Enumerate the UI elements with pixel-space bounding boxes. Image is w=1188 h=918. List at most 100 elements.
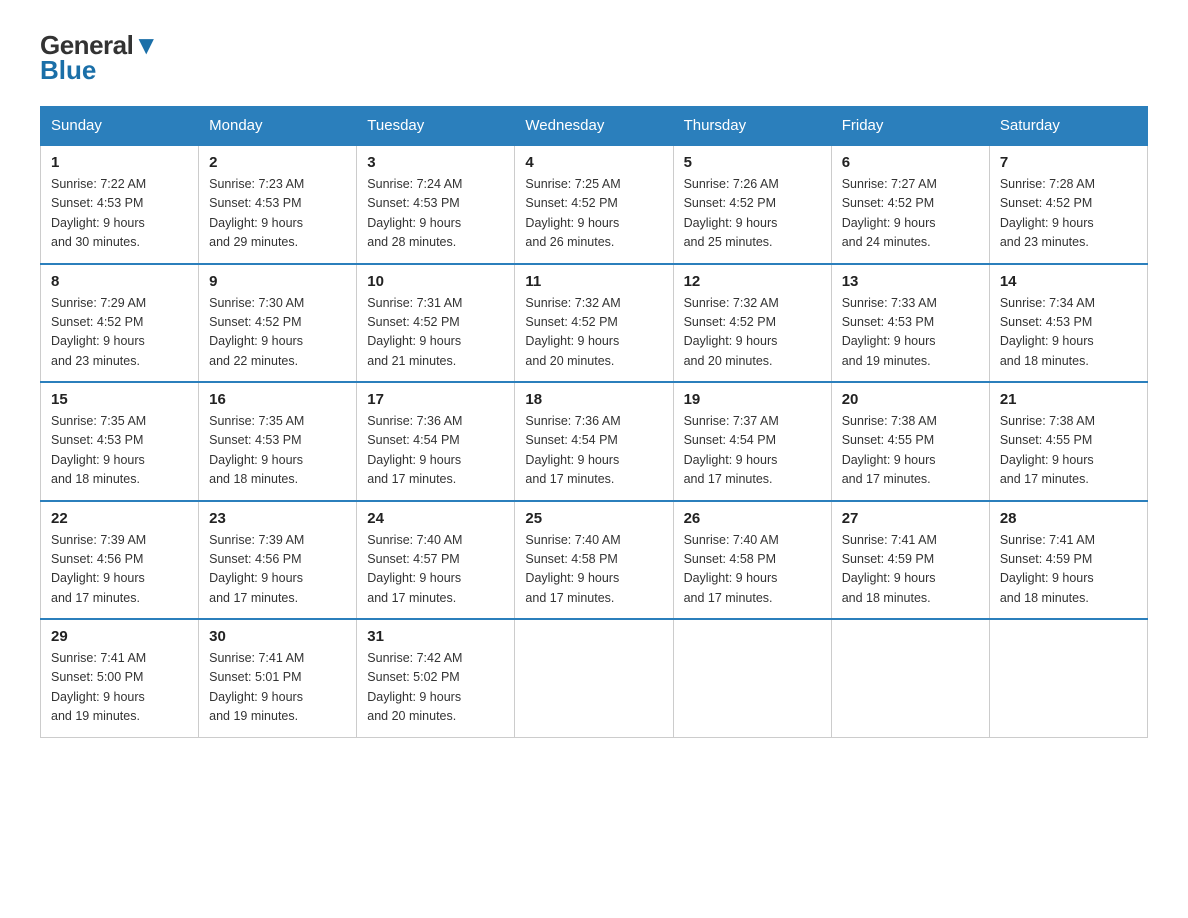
day-info: Sunrise: 7:22 AMSunset: 4:53 PMDaylight:… [51,175,188,253]
calendar-cell: 21 Sunrise: 7:38 AMSunset: 4:55 PMDaylig… [989,382,1147,501]
day-number: 30 [209,628,346,645]
calendar-cell: 23 Sunrise: 7:39 AMSunset: 4:56 PMDaylig… [199,501,357,620]
day-number: 16 [209,391,346,408]
calendar-cell: 22 Sunrise: 7:39 AMSunset: 4:56 PMDaylig… [41,501,199,620]
day-info: Sunrise: 7:38 AMSunset: 4:55 PMDaylight:… [842,412,979,490]
day-number: 14 [1000,273,1137,290]
day-info: Sunrise: 7:36 AMSunset: 4:54 PMDaylight:… [367,412,504,490]
day-number: 5 [684,154,821,171]
day-info: Sunrise: 7:41 AMSunset: 4:59 PMDaylight:… [1000,531,1137,609]
day-number: 15 [51,391,188,408]
day-info: Sunrise: 7:36 AMSunset: 4:54 PMDaylight:… [525,412,662,490]
day-info: Sunrise: 7:41 AMSunset: 4:59 PMDaylight:… [842,531,979,609]
calendar-cell: 17 Sunrise: 7:36 AMSunset: 4:54 PMDaylig… [357,382,515,501]
day-info: Sunrise: 7:28 AMSunset: 4:52 PMDaylight:… [1000,175,1137,253]
day-info: Sunrise: 7:35 AMSunset: 4:53 PMDaylight:… [209,412,346,490]
calendar-table: SundayMondayTuesdayWednesdayThursdayFrid… [40,106,1148,738]
calendar-cell: 29 Sunrise: 7:41 AMSunset: 5:00 PMDaylig… [41,619,199,737]
day-info: Sunrise: 7:33 AMSunset: 4:53 PMDaylight:… [842,294,979,372]
calendar-cell: 6 Sunrise: 7:27 AMSunset: 4:52 PMDayligh… [831,145,989,264]
day-info: Sunrise: 7:41 AMSunset: 5:00 PMDaylight:… [51,649,188,727]
week-row-5: 29 Sunrise: 7:41 AMSunset: 5:00 PMDaylig… [41,619,1148,737]
calendar-cell: 4 Sunrise: 7:25 AMSunset: 4:52 PMDayligh… [515,145,673,264]
day-info: Sunrise: 7:42 AMSunset: 5:02 PMDaylight:… [367,649,504,727]
calendar-cell: 3 Sunrise: 7:24 AMSunset: 4:53 PMDayligh… [357,145,515,264]
day-info: Sunrise: 7:26 AMSunset: 4:52 PMDaylight:… [684,175,821,253]
day-info: Sunrise: 7:29 AMSunset: 4:52 PMDaylight:… [51,294,188,372]
day-info: Sunrise: 7:32 AMSunset: 4:52 PMDaylight:… [684,294,821,372]
logo-triangle-icon: ▼ [133,30,158,60]
day-info: Sunrise: 7:24 AMSunset: 4:53 PMDaylight:… [367,175,504,253]
weekday-header-sunday: Sunday [41,107,199,146]
day-info: Sunrise: 7:38 AMSunset: 4:55 PMDaylight:… [1000,412,1137,490]
day-number: 18 [525,391,662,408]
calendar-cell: 1 Sunrise: 7:22 AMSunset: 4:53 PMDayligh… [41,145,199,264]
weekday-header-friday: Friday [831,107,989,146]
calendar-cell: 5 Sunrise: 7:26 AMSunset: 4:52 PMDayligh… [673,145,831,264]
week-row-2: 8 Sunrise: 7:29 AMSunset: 4:52 PMDayligh… [41,264,1148,383]
weekday-header-monday: Monday [199,107,357,146]
calendar-cell: 7 Sunrise: 7:28 AMSunset: 4:52 PMDayligh… [989,145,1147,264]
calendar-cell: 2 Sunrise: 7:23 AMSunset: 4:53 PMDayligh… [199,145,357,264]
day-number: 6 [842,154,979,171]
day-info: Sunrise: 7:34 AMSunset: 4:53 PMDaylight:… [1000,294,1137,372]
calendar-cell: 10 Sunrise: 7:31 AMSunset: 4:52 PMDaylig… [357,264,515,383]
calendar-cell: 16 Sunrise: 7:35 AMSunset: 4:53 PMDaylig… [199,382,357,501]
day-number: 3 [367,154,504,171]
calendar-cell: 15 Sunrise: 7:35 AMSunset: 4:53 PMDaylig… [41,382,199,501]
calendar-cell [831,619,989,737]
day-info: Sunrise: 7:27 AMSunset: 4:52 PMDaylight:… [842,175,979,253]
day-info: Sunrise: 7:40 AMSunset: 4:58 PMDaylight:… [684,531,821,609]
day-number: 26 [684,510,821,527]
calendar-cell [989,619,1147,737]
day-number: 29 [51,628,188,645]
day-info: Sunrise: 7:25 AMSunset: 4:52 PMDaylight:… [525,175,662,253]
day-number: 11 [525,273,662,290]
day-number: 13 [842,273,979,290]
day-info: Sunrise: 7:39 AMSunset: 4:56 PMDaylight:… [209,531,346,609]
day-info: Sunrise: 7:40 AMSunset: 4:57 PMDaylight:… [367,531,504,609]
day-info: Sunrise: 7:23 AMSunset: 4:53 PMDaylight:… [209,175,346,253]
day-info: Sunrise: 7:35 AMSunset: 4:53 PMDaylight:… [51,412,188,490]
calendar-cell: 24 Sunrise: 7:40 AMSunset: 4:57 PMDaylig… [357,501,515,620]
logo: General▼ Blue [40,30,159,86]
calendar-cell: 8 Sunrise: 7:29 AMSunset: 4:52 PMDayligh… [41,264,199,383]
day-number: 23 [209,510,346,527]
day-number: 21 [1000,391,1137,408]
calendar-cell [673,619,831,737]
calendar-cell: 31 Sunrise: 7:42 AMSunset: 5:02 PMDaylig… [357,619,515,737]
calendar-cell: 26 Sunrise: 7:40 AMSunset: 4:58 PMDaylig… [673,501,831,620]
day-info: Sunrise: 7:40 AMSunset: 4:58 PMDaylight:… [525,531,662,609]
day-info: Sunrise: 7:31 AMSunset: 4:52 PMDaylight:… [367,294,504,372]
day-number: 8 [51,273,188,290]
day-number: 7 [1000,154,1137,171]
calendar-cell [515,619,673,737]
calendar-cell: 9 Sunrise: 7:30 AMSunset: 4:52 PMDayligh… [199,264,357,383]
day-info: Sunrise: 7:32 AMSunset: 4:52 PMDaylight:… [525,294,662,372]
day-number: 28 [1000,510,1137,527]
calendar-cell: 25 Sunrise: 7:40 AMSunset: 4:58 PMDaylig… [515,501,673,620]
calendar-cell: 12 Sunrise: 7:32 AMSunset: 4:52 PMDaylig… [673,264,831,383]
day-info: Sunrise: 7:30 AMSunset: 4:52 PMDaylight:… [209,294,346,372]
week-row-3: 15 Sunrise: 7:35 AMSunset: 4:53 PMDaylig… [41,382,1148,501]
calendar-cell: 19 Sunrise: 7:37 AMSunset: 4:54 PMDaylig… [673,382,831,501]
day-number: 25 [525,510,662,527]
day-number: 20 [842,391,979,408]
calendar-cell: 14 Sunrise: 7:34 AMSunset: 4:53 PMDaylig… [989,264,1147,383]
calendar-cell: 28 Sunrise: 7:41 AMSunset: 4:59 PMDaylig… [989,501,1147,620]
week-row-4: 22 Sunrise: 7:39 AMSunset: 4:56 PMDaylig… [41,501,1148,620]
day-number: 1 [51,154,188,171]
day-number: 2 [209,154,346,171]
calendar-cell: 30 Sunrise: 7:41 AMSunset: 5:01 PMDaylig… [199,619,357,737]
day-number: 19 [684,391,821,408]
weekday-header-tuesday: Tuesday [357,107,515,146]
weekday-header-wednesday: Wednesday [515,107,673,146]
day-number: 24 [367,510,504,527]
calendar-cell: 11 Sunrise: 7:32 AMSunset: 4:52 PMDaylig… [515,264,673,383]
day-number: 22 [51,510,188,527]
calendar-cell: 13 Sunrise: 7:33 AMSunset: 4:53 PMDaylig… [831,264,989,383]
week-row-1: 1 Sunrise: 7:22 AMSunset: 4:53 PMDayligh… [41,145,1148,264]
day-info: Sunrise: 7:37 AMSunset: 4:54 PMDaylight:… [684,412,821,490]
day-number: 4 [525,154,662,171]
day-info: Sunrise: 7:41 AMSunset: 5:01 PMDaylight:… [209,649,346,727]
